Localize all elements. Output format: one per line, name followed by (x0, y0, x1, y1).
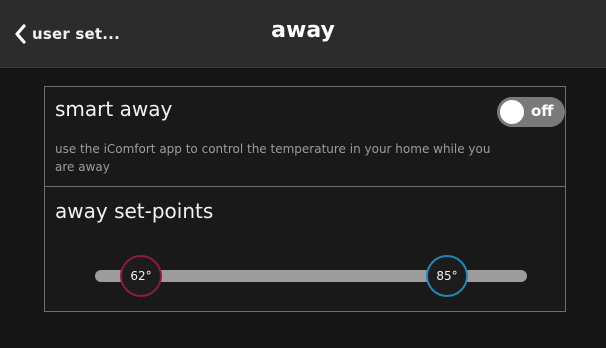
cool-setpoint-thumb[interactable]: 85° (426, 255, 468, 297)
smart-away-title: smart away (55, 97, 173, 121)
page-title: away (271, 18, 335, 43)
smart-away-description: use the iComfort app to control the temp… (55, 142, 491, 174)
section-divider (45, 186, 565, 187)
smart-away-toggle[interactable]: off (497, 97, 565, 127)
heat-setpoint-thumb[interactable]: 62° (120, 255, 162, 297)
away-settings-panel: smart away off use the iComfort app to c… (44, 86, 566, 312)
toggle-knob (500, 100, 524, 124)
toggle-state-label: off (531, 102, 554, 120)
header-bar: user set... away (0, 0, 606, 68)
away-setpoints-title: away set-points (55, 199, 214, 223)
